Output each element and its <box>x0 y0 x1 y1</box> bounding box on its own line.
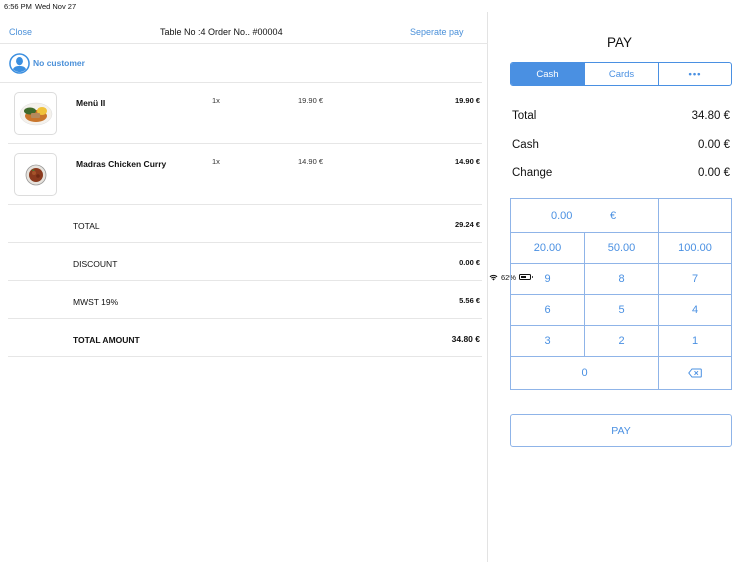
payment-method-tabs: Cash Cards ••• <box>510 62 732 86</box>
separate-pay-button[interactable]: Seperate pay <box>410 27 464 37</box>
status-date: Wed Nov 27 <box>35 2 77 11</box>
order-title: Table No :4 Order No.. #00004 <box>160 27 283 37</box>
order-panel: Close Table No :4 Order No.. #00004 Sepe… <box>0 12 488 562</box>
amount-input[interactable]: 0.00 € <box>511 199 659 233</box>
payment-cash-label: Cash <box>512 138 539 151</box>
order-item[interactable]: Menü II 1x 19.90 € 19.90 € <box>8 83 482 144</box>
user-avatar-icon <box>9 52 30 74</box>
payment-total-row: Total 34.80 € <box>512 110 730 139</box>
payment-total-value: 34.80 € <box>691 110 730 122</box>
key-8[interactable]: 8 <box>585 264 659 295</box>
key-2[interactable]: 2 <box>585 326 659 357</box>
summary-label: MWST 19% <box>73 297 119 307</box>
payment-panel: PAY Cash Cards ••• Total 34.80 € Cash 0.… <box>489 12 750 562</box>
key-4[interactable]: 4 <box>659 295 731 326</box>
amount-value: 0.00 <box>551 210 573 222</box>
tab-cash[interactable]: Cash <box>511 63 585 85</box>
currency-symbol: € <box>610 210 617 222</box>
payment-totals: Total 34.80 € Cash 0.00 € Change 0.00 € <box>512 110 730 196</box>
key-9[interactable]: 9 <box>511 264 585 295</box>
item-quantity: 1x <box>212 157 220 166</box>
payment-change-label: Change <box>512 167 553 179</box>
backspace-button[interactable] <box>659 357 731 389</box>
dish-plate-icon <box>19 102 52 125</box>
key-3[interactable]: 3 <box>511 326 585 357</box>
quick-amount-100[interactable]: 100.00 <box>659 233 731 264</box>
payment-change-value: 0.00 € <box>698 167 730 179</box>
summary-value: 0.00 € <box>459 258 480 267</box>
status-time: 6:56 PM <box>4 2 32 11</box>
item-image <box>14 92 57 135</box>
order-item[interactable]: Madras Chicken Curry 1x 14.90 € 14.90 € <box>8 144 482 205</box>
quick-amount-20[interactable]: 20.00 <box>511 233 585 264</box>
cash-keypad: 0.00 € 20.00 50.00 100.00 9 8 7 6 5 4 3 … <box>510 198 732 390</box>
summary-label: TOTAL AMOUNT <box>73 335 140 345</box>
item-unit-price: 19.90 € <box>298 96 324 105</box>
item-total: 14.90 € <box>454 157 480 166</box>
order-items-list: Menü II 1x 19.90 € 19.90 € Madras Chicke… <box>8 83 482 205</box>
summary-value: 34.80 € <box>451 334 480 344</box>
payment-title: PAY <box>606 35 632 50</box>
summary-total-amount-row: TOTAL AMOUNT 34.80 € <box>8 319 482 357</box>
item-name: Madras Chicken Curry <box>76 159 167 169</box>
item-name: Menü II <box>76 98 106 108</box>
key-6[interactable]: 6 <box>511 295 585 326</box>
close-button[interactable]: Close <box>9 27 32 37</box>
summary-label: TOTAL <box>73 221 100 231</box>
tab-more[interactable]: ••• <box>659 63 731 85</box>
customer-label: No customer <box>33 58 85 68</box>
key-5[interactable]: 5 <box>585 295 659 326</box>
payment-cash-value: 0.00 € <box>698 138 730 151</box>
key-0[interactable]: 0 <box>511 357 659 389</box>
summary-label: DISCOUNT <box>73 259 118 269</box>
summary-value: 29.24 € <box>454 220 480 229</box>
key-1[interactable]: 1 <box>659 326 731 357</box>
summary-total-row: TOTAL 29.24 € <box>8 205 482 243</box>
order-header: Close Table No :4 Order No.. #00004 Sepe… <box>0 12 488 44</box>
quick-amount-50[interactable]: 50.00 <box>585 233 659 264</box>
keypad-empty-cell <box>659 199 731 233</box>
key-7[interactable]: 7 <box>659 264 731 295</box>
item-unit-price: 14.90 € <box>298 157 324 166</box>
tab-cards[interactable]: Cards <box>585 63 659 85</box>
dish-curry-icon <box>25 164 46 185</box>
item-quantity: 1x <box>212 96 220 105</box>
summary-value: 5.56 € <box>459 296 480 305</box>
pay-button[interactable]: PAY <box>510 414 732 447</box>
item-image <box>14 153 57 196</box>
customer-selector[interactable]: No customer <box>0 44 482 83</box>
payment-cash-row: Cash 0.00 € <box>512 139 730 168</box>
item-total: 19.90 € <box>454 96 480 105</box>
summary-tax-row: MWST 19% 5.56 € <box>8 281 482 319</box>
status-bar: 6:56 PM Wed Nov 27 62% <box>0 0 750 282</box>
order-summary: TOTAL 29.24 € DISCOUNT 0.00 € MWST 19% 5… <box>8 205 482 357</box>
payment-change-row: Change 0.00 € <box>512 167 730 196</box>
backspace-icon <box>688 368 702 378</box>
summary-discount-row[interactable]: DISCOUNT 0.00 € <box>8 243 482 281</box>
payment-total-label: Total <box>512 110 537 122</box>
